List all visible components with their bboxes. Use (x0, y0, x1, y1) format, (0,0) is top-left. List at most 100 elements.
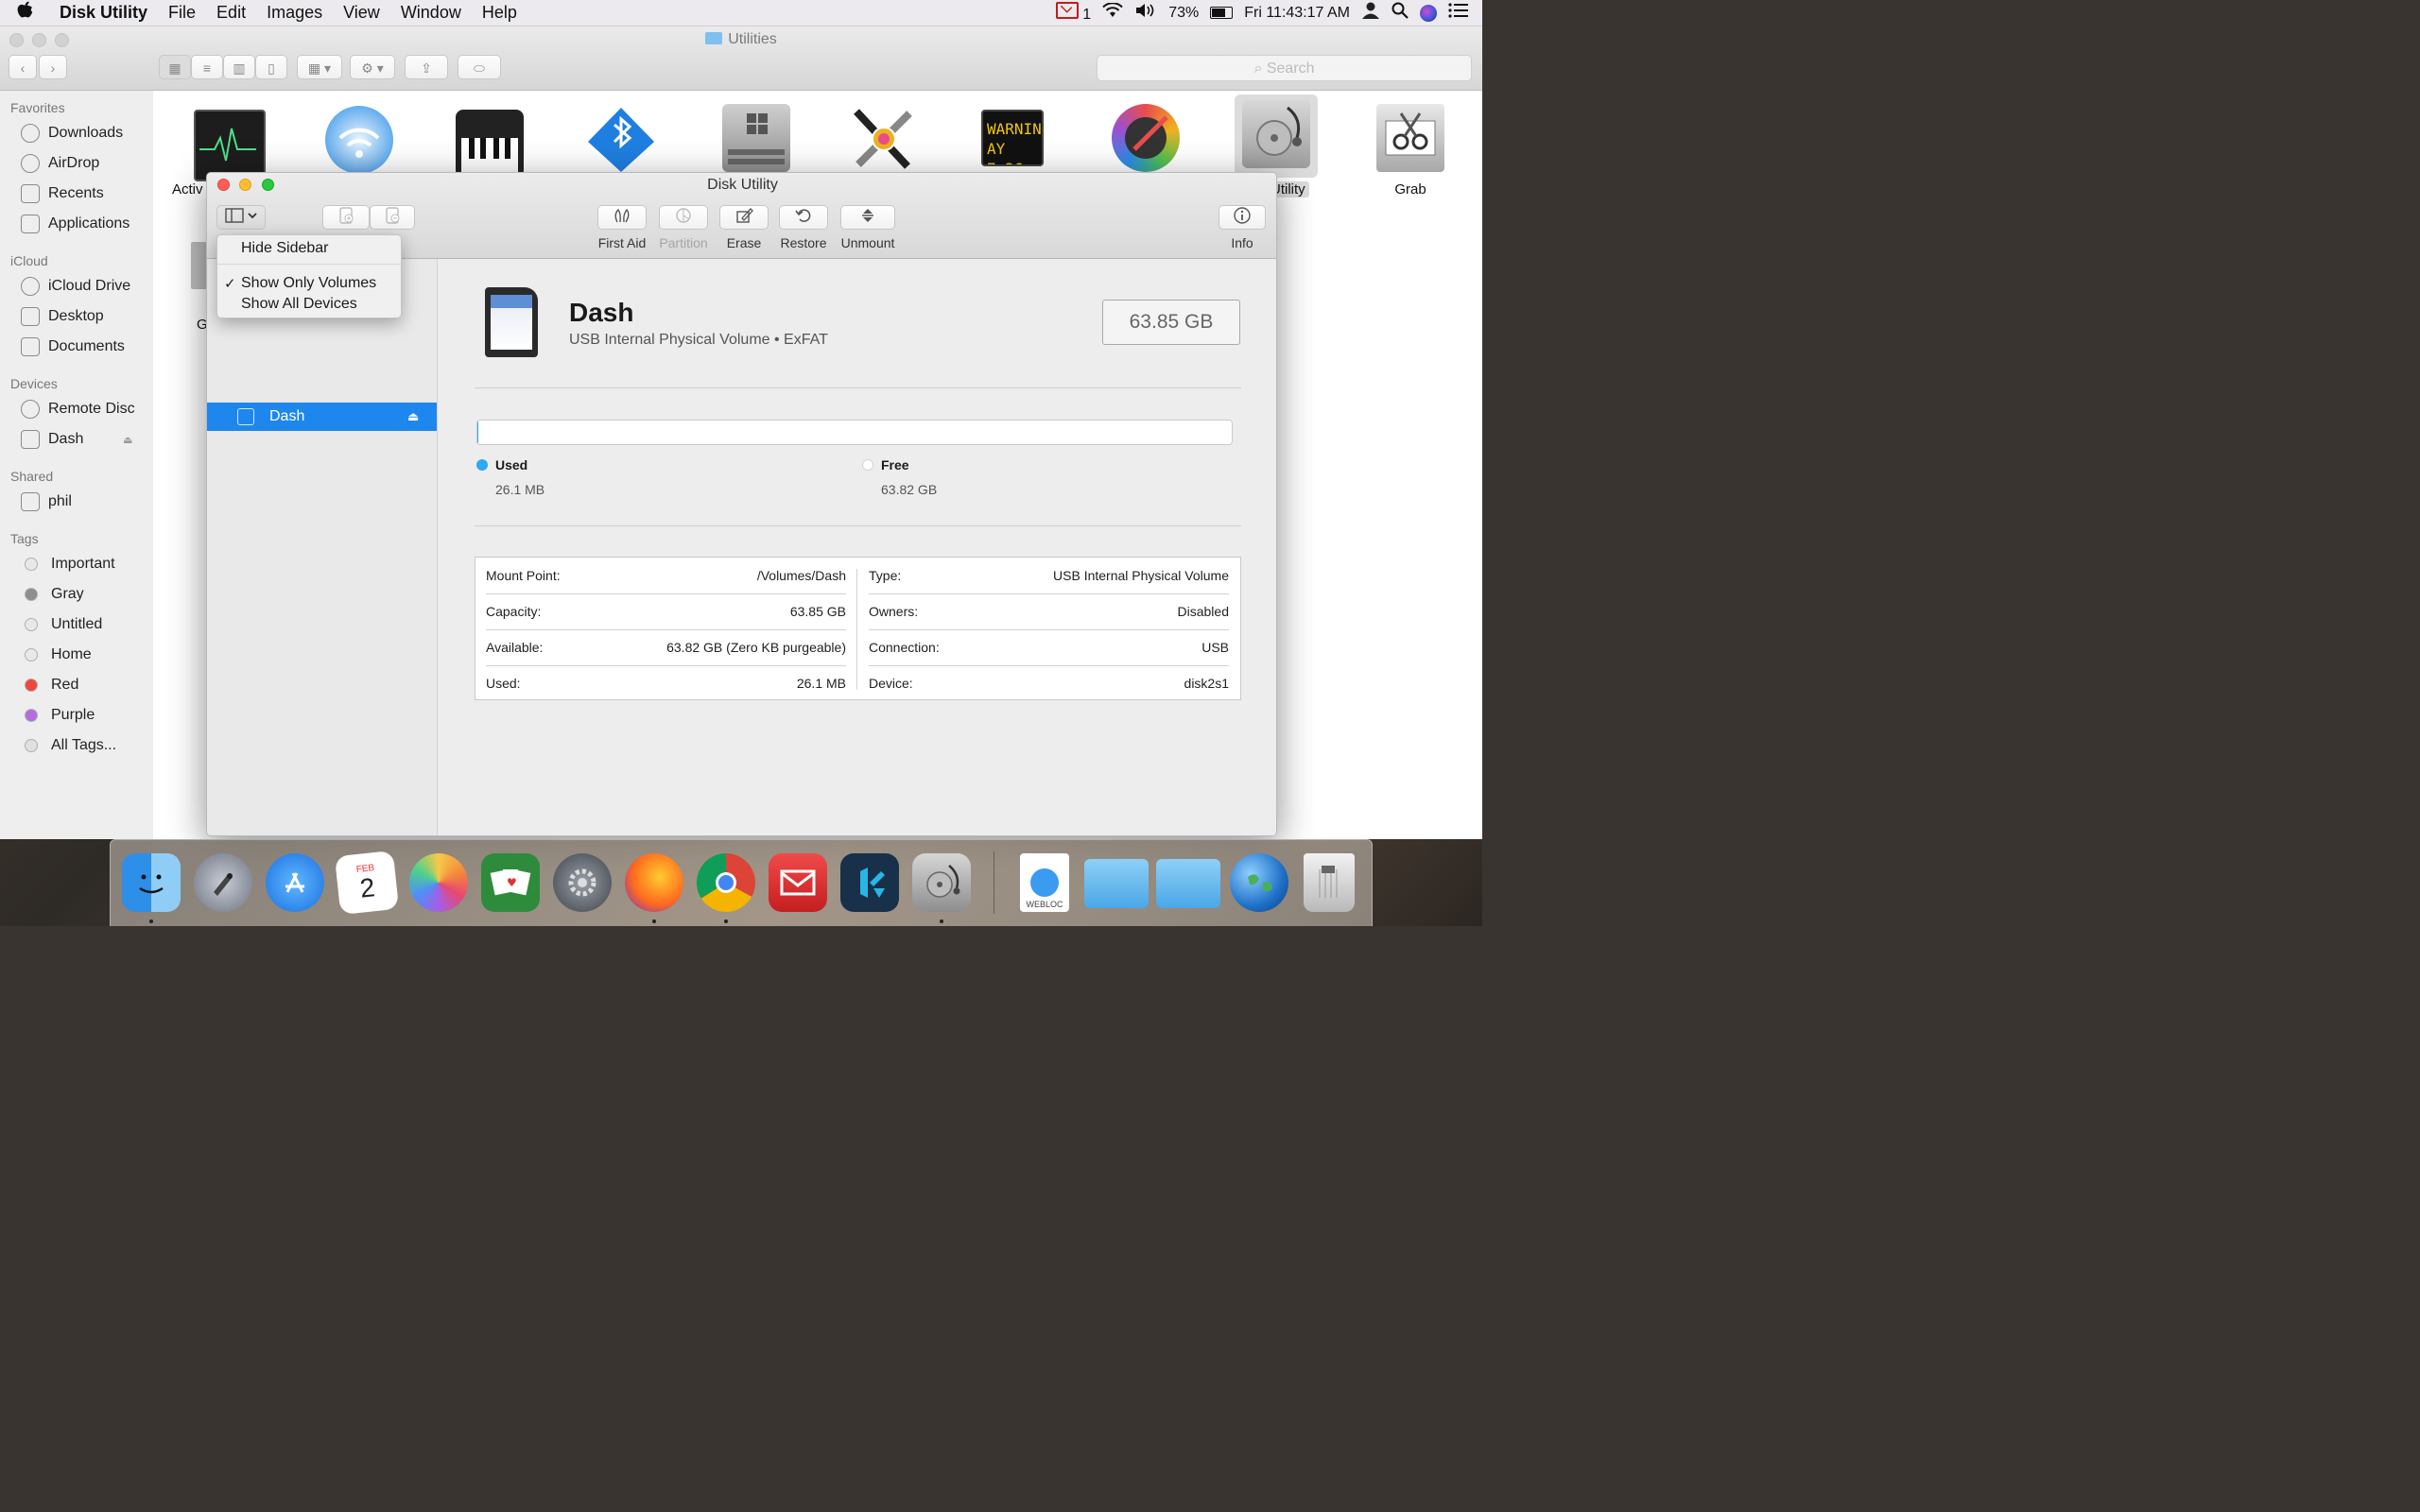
airmail-dock-icon[interactable] (769, 853, 827, 912)
sidebar-item-applications[interactable]: Applications (21, 213, 130, 235)
sidebar-tag-all-tags[interactable]: All Tags... (21, 734, 116, 757)
tag-icon[interactable]: ⬭ (458, 55, 501, 79)
activity-monitor-icon[interactable] (194, 110, 266, 181)
console-icon-text: WARNIN (987, 120, 1042, 138)
desktop-icon (21, 307, 40, 326)
tag-dot-icon (25, 618, 38, 631)
battery-icon[interactable] (1210, 7, 1234, 19)
sidebar-volume-label: Dash (269, 408, 305, 424)
info-value: 63.85 GB (789, 604, 846, 619)
sidebar-tag-red[interactable]: Red (21, 674, 78, 696)
menu-images[interactable]: Images (256, 0, 333, 26)
forward-button[interactable]: › (39, 55, 67, 79)
wifi-icon[interactable] (1102, 2, 1123, 23)
airport-utility-icon[interactable] (325, 106, 393, 174)
info-label: Info (1231, 235, 1253, 250)
menu-file[interactable]: File (158, 0, 206, 26)
running-indicator (149, 919, 153, 923)
console-icon[interactable]: WARNIN AY 7:36 (981, 110, 1044, 166)
folder-dock-icon[interactable] (1084, 859, 1149, 908)
sidebar-item-remote-disc[interactable]: Remote Disc (21, 398, 135, 421)
list-view-button[interactable]: ≡ (191, 55, 223, 79)
partition-button[interactable] (659, 205, 708, 230)
sidebar-tag-gray[interactable]: Gray (21, 583, 84, 606)
action-gear-icon[interactable]: ⚙ ▾ (350, 55, 395, 79)
menu-item-show-all-devices[interactable]: Show All Devices (241, 296, 357, 313)
sidebar-item-icloud-drive[interactable]: iCloud Drive (21, 275, 130, 298)
group-button[interactable]: ▦ ▾ (297, 55, 342, 79)
audio-midi-setup-icon[interactable] (456, 110, 524, 178)
sidebar-item-documents[interactable]: Documents (21, 335, 125, 358)
solitaire-dock-icon[interactable]: ♥ (481, 853, 540, 912)
system-preferences-dock-icon[interactable] (553, 853, 612, 912)
kodi-dock-icon[interactable] (840, 853, 899, 912)
menu-item-show-only-volumes[interactable]: Show Only Volumes (241, 275, 376, 292)
back-button[interactable]: ‹ (9, 55, 37, 79)
sidebar-item-desktop[interactable]: Desktop (21, 305, 104, 328)
sidebar-item-dash[interactable]: Dash ⏏ (21, 428, 144, 451)
spotlight-search-icon[interactable] (1392, 2, 1409, 24)
calendar-dock-icon[interactable]: FEB 2 (334, 850, 400, 916)
sidebar-tag-important[interactable]: Important (21, 553, 115, 576)
gallery-view-button[interactable]: ▯ (255, 55, 287, 79)
app-store-dock-icon[interactable] (266, 853, 324, 912)
finder-search-field[interactable]: ⌕ Search (1097, 55, 1472, 81)
apple-menu-icon[interactable] (0, 1, 49, 26)
notification-center-icon[interactable] (1448, 3, 1469, 23)
info-button[interactable] (1219, 205, 1266, 230)
clock[interactable]: Fri 11:43:17 AM (1244, 5, 1350, 22)
sidebar-item-phil[interactable]: phil (21, 490, 72, 513)
boot-camp-assistant-icon[interactable] (722, 104, 790, 172)
menu-window[interactable]: Window (390, 0, 472, 26)
restore-button[interactable] (779, 205, 828, 230)
eject-icon[interactable]: ⏏ (123, 434, 132, 446)
menu-item-hide-sidebar[interactable]: Hide Sidebar (241, 240, 329, 257)
add-volume-button[interactable] (322, 205, 370, 230)
icon-view-button[interactable]: ▦ (159, 55, 191, 79)
sidebar-volume-dash[interactable]: Dash ⏏ (207, 403, 437, 431)
sidebar-item-downloads[interactable]: Downloads (21, 122, 123, 145)
running-indicator (652, 919, 656, 923)
column-view-button[interactable]: ▥ (223, 55, 255, 79)
trash-dock-icon[interactable] (1304, 853, 1355, 912)
share-icon[interactable]: ⇪ (405, 55, 448, 79)
sidebar-item-recents[interactable]: Recents (21, 182, 104, 205)
menu-help[interactable]: Help (472, 0, 527, 26)
chrome-dock-icon[interactable] (697, 853, 755, 912)
divider (475, 525, 1241, 526)
view-menu-button[interactable] (216, 205, 266, 230)
firefox-dock-icon[interactable] (625, 853, 683, 912)
disk-utility-icon[interactable] (1242, 100, 1310, 168)
unmount-button[interactable] (840, 205, 895, 230)
menu-view[interactable]: View (333, 0, 390, 26)
sidebar-tag-purple[interactable]: Purple (21, 704, 95, 727)
sidebar-item-airdrop[interactable]: AirDrop (21, 152, 99, 175)
delete-volume-button[interactable] (370, 205, 415, 230)
digital-color-meter-icon[interactable] (1112, 104, 1180, 172)
eject-icon[interactable]: ⏏ (407, 409, 419, 424)
volume-info-table: Mount Point: /Volumes/Dash Capacity: 63.85… (475, 557, 1241, 700)
disk-utility-dock-icon[interactable] (912, 853, 971, 912)
user-icon[interactable] (1361, 2, 1380, 24)
grab-icon[interactable] (1376, 104, 1444, 172)
folder-dock-icon[interactable] (1156, 859, 1220, 908)
siri-icon[interactable] (1420, 4, 1437, 22)
first-aid-button[interactable] (597, 205, 647, 230)
sidebar-tag-home[interactable]: Home (21, 644, 92, 666)
bluetooth-file-exchange-icon[interactable] (586, 104, 654, 172)
erase-button[interactable] (719, 205, 769, 230)
sidebar-item-label: Applications (48, 215, 130, 232)
launchpad-dock-icon[interactable] (194, 853, 252, 912)
colorsync-utility-icon[interactable] (849, 104, 917, 172)
sidebar-tag-untitled[interactable]: Untitled (21, 613, 102, 636)
menu-edit[interactable]: Edit (206, 0, 256, 26)
mail-status[interactable]: 1 (1055, 2, 1091, 24)
app-menu[interactable]: Disk Utility (49, 0, 158, 26)
finder-dock-icon[interactable] (122, 853, 181, 912)
divider (475, 387, 1241, 388)
webloc-file-dock-icon[interactable]: WEBLOC (1020, 853, 1069, 912)
volume-icon[interactable] (1134, 3, 1157, 23)
unmount-label: Unmount (840, 235, 895, 250)
photos-dock-icon[interactable] (409, 853, 468, 912)
network-globe-dock-icon[interactable] (1230, 853, 1288, 912)
